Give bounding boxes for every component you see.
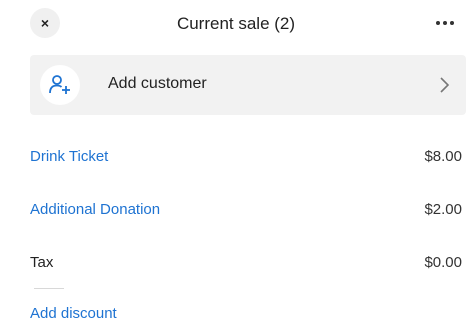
chevron-right-icon (440, 77, 450, 93)
add-customer-button[interactable]: Add customer (30, 55, 466, 115)
line-item-drink-ticket[interactable]: Drink Ticket $8.00 (30, 148, 466, 172)
tax-amount: $0.00 (424, 254, 462, 271)
avatar (40, 65, 80, 105)
item-price: $8.00 (424, 148, 462, 165)
item-name[interactable]: Additional Donation (30, 201, 160, 218)
add-customer-label: Add customer (108, 75, 207, 92)
person-add-icon (49, 75, 70, 94)
tax-row: Tax $0.00 (30, 254, 466, 278)
item-price: $2.00 (424, 201, 462, 218)
divider (34, 288, 64, 289)
item-name[interactable]: Drink Ticket (30, 148, 108, 165)
more-horizontal-icon (436, 21, 440, 25)
add-discount-link[interactable]: Add discount (30, 305, 117, 322)
more-options-button[interactable] (425, 12, 465, 34)
sale-header: × Current sale (2) (0, 0, 472, 48)
page-title: Current sale (2) (176, 14, 296, 33)
tax-label: Tax (30, 254, 54, 271)
line-item-additional-donation[interactable]: Additional Donation $2.00 (30, 201, 466, 225)
add-discount-row[interactable]: Add discount (30, 305, 466, 326)
